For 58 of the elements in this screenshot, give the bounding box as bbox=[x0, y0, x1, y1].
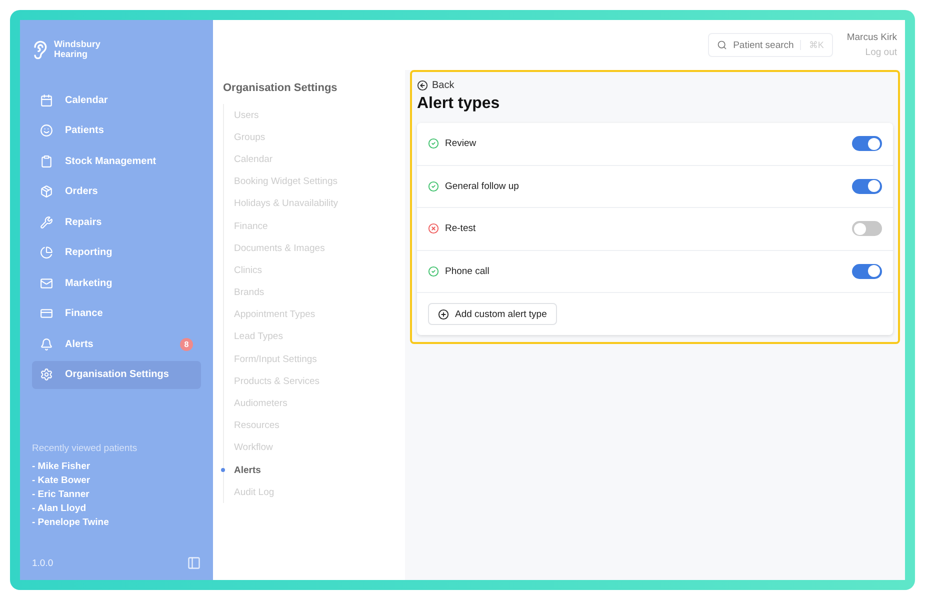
settings-icon bbox=[40, 368, 53, 382]
sidebar-item-label: Reporting bbox=[65, 247, 112, 258]
sidebar-item[interactable]: Orders bbox=[32, 178, 201, 206]
back-link[interactable]: Back bbox=[417, 80, 893, 91]
sidebar-item[interactable]: Patients bbox=[32, 116, 201, 145]
sidebar-item-label: Alerts bbox=[65, 338, 94, 350]
recent-patient-link[interactable]: - Eric Tanner bbox=[32, 489, 201, 500]
sidebar-item-label: Patients bbox=[65, 125, 104, 136]
recent-patient-link[interactable]: - Kate Bower bbox=[32, 475, 201, 486]
mail-icon bbox=[40, 276, 53, 290]
recent-patient-link[interactable]: - Alan Lloyd bbox=[32, 503, 201, 514]
clipboard-icon bbox=[40, 154, 53, 168]
page-title: Alert types bbox=[417, 95, 501, 113]
sidebar-item-label: Orders bbox=[65, 186, 98, 198]
box-icon bbox=[40, 185, 53, 198]
section-label: Recently viewed patients bbox=[32, 443, 138, 454]
card-icon bbox=[40, 307, 53, 320]
sidebar-item[interactable]: Calendar bbox=[32, 86, 201, 114]
brand-name: Windsbury Hearing bbox=[54, 40, 102, 60]
add-alert-type-button[interactable]: Add custom alert type bbox=[428, 303, 557, 325]
wrench-icon bbox=[40, 216, 53, 229]
toggle-switch[interactable] bbox=[852, 136, 882, 152]
sidebar-item[interactable]: Finance bbox=[32, 300, 201, 328]
alert-type-name: Phone call bbox=[445, 266, 490, 277]
sidebar-item-label: Stock Management bbox=[65, 156, 156, 167]
toggle-switch[interactable] bbox=[852, 221, 882, 236]
sidebar-item[interactable]: Marketing bbox=[32, 269, 201, 298]
active-dot bbox=[221, 468, 225, 472]
sidebar-item-label: Organisation Settings bbox=[65, 369, 169, 380]
settings-nav-item[interactable]: Alerts bbox=[224, 459, 395, 482]
recent-patient-link[interactable]: - Mike Fisher bbox=[32, 461, 201, 472]
pie-chart-icon bbox=[40, 246, 53, 260]
user-name: Marcus Kirk bbox=[846, 32, 897, 43]
settings-title: Organisation Settings bbox=[223, 82, 338, 94]
sidebar-item-label: Repairs bbox=[65, 216, 102, 228]
search-icon bbox=[717, 40, 728, 50]
sidebar-item-label: Calendar bbox=[65, 94, 108, 106]
sidebar-item[interactable]: Repairs bbox=[32, 208, 201, 236]
bell-icon bbox=[40, 338, 53, 351]
smiley-icon bbox=[40, 124, 53, 138]
calendar-icon bbox=[40, 94, 53, 107]
recent-patient-link[interactable]: - Penelope Twine bbox=[32, 517, 201, 528]
search-placeholder: Patient search bbox=[733, 40, 794, 50]
count-badge: 8 bbox=[180, 338, 193, 351]
sidebar-item-label: Marketing bbox=[65, 278, 112, 289]
plus-circle-icon bbox=[438, 308, 449, 320]
alert-type-name: General follow up bbox=[445, 180, 519, 192]
alert-type-name: Re-test bbox=[445, 223, 476, 234]
sidebar-item[interactable]: Organisation Settings bbox=[32, 360, 201, 389]
version-text: 1.0.0 bbox=[32, 558, 54, 568]
toggle-switch[interactable] bbox=[852, 178, 882, 194]
alert-type-name: Review bbox=[445, 138, 476, 150]
sidebar-item[interactable]: Stock Management bbox=[32, 147, 201, 176]
toggle-switch[interactable] bbox=[852, 264, 882, 279]
sidebar-item[interactable]: Alerts 8 bbox=[32, 330, 201, 358]
sidebar-item-label: Finance bbox=[65, 308, 103, 320]
logout-link[interactable]: Log out bbox=[865, 47, 897, 58]
sidebar-item[interactable]: Reporting bbox=[32, 238, 201, 267]
